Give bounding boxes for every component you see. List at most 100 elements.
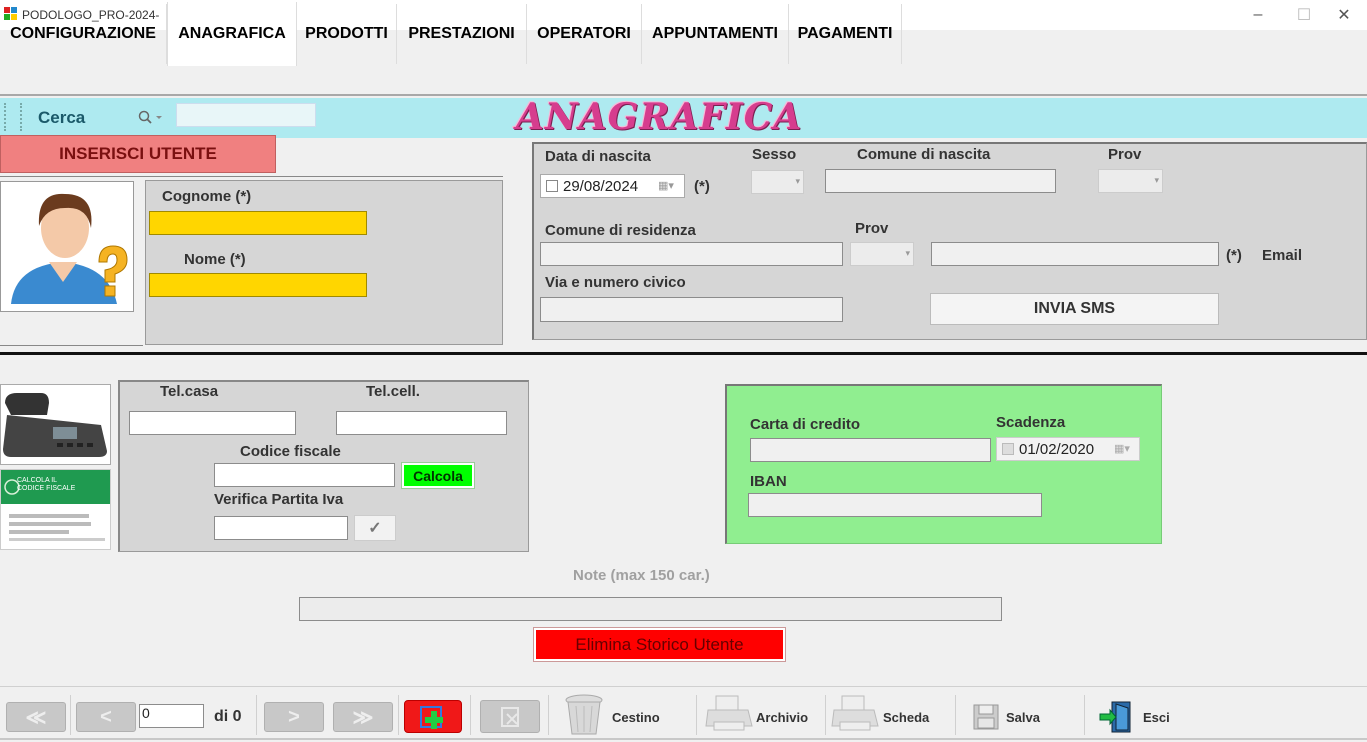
bottom-border (0, 738, 1367, 740)
sesso-select[interactable]: ▾ (751, 170, 804, 194)
add-record-button[interactable] (404, 700, 462, 733)
cognome-input[interactable] (149, 211, 367, 235)
prev-record-button[interactable]: < (76, 702, 136, 732)
codice-fiscale-input[interactable] (214, 463, 395, 487)
partita-iva-label: Verifica Partita Iva (214, 491, 344, 508)
delete-record-button[interactable] (480, 700, 540, 733)
birth-date-required: (*) (694, 178, 710, 195)
tel-cell-input[interactable] (336, 411, 507, 435)
scheda-button[interactable] (830, 692, 880, 736)
archivio-label[interactable]: Archivio (756, 710, 808, 725)
birth-date-label: Data di nascita (545, 148, 651, 165)
user-question-icon (11, 193, 128, 304)
tab-prodotti[interactable]: PRODOTTI (297, 4, 397, 64)
printer-icon (705, 695, 753, 731)
divider-avatar (0, 345, 143, 346)
scheda-label[interactable]: Scheda (883, 710, 929, 725)
codice-fiscale-image[interactable]: CALCOLA IL CODICE FISCALE (0, 469, 111, 550)
delete-history-button[interactable]: Elimina Storico Utente (533, 627, 786, 662)
first-record-button[interactable]: ≪ (6, 702, 66, 732)
email-required: (*) (1226, 247, 1242, 264)
comune-residenza-input[interactable] (540, 242, 843, 266)
tel-casa-label: Tel.casa (160, 383, 219, 400)
archivio-button[interactable] (704, 692, 754, 736)
scadenza-value: 01/02/2020 (1019, 441, 1095, 458)
nome-label: Nome (*) (184, 251, 246, 268)
sesso-label: Sesso (752, 146, 797, 163)
scadenza-checkbox[interactable] (1002, 443, 1014, 455)
tab-configurazione[interactable]: CONFIGURAZIONE (0, 4, 167, 64)
cestino-button[interactable] (560, 692, 608, 736)
email-input[interactable] (931, 242, 1219, 266)
calcola-button[interactable]: Calcola (401, 462, 475, 489)
comune-nascita-input[interactable] (825, 169, 1056, 193)
nome-input[interactable] (149, 273, 367, 297)
via-input[interactable] (540, 297, 843, 322)
scadenza-date-picker[interactable]: 01/02/2020 ▦▾ (996, 437, 1140, 461)
codice-fiscale-label: Codice fiscale (240, 443, 341, 460)
record-count-label: di 0 (214, 708, 242, 725)
close-button[interactable]: ✕ (1321, 0, 1367, 30)
tab-prestazioni[interactable]: PRESTAZIONI (397, 4, 527, 64)
esci-button[interactable] (1098, 700, 1134, 734)
minimize-button[interactable]: – (1235, 0, 1281, 30)
last-record-button[interactable]: ≫ (333, 702, 393, 732)
tab-appuntamenti[interactable]: APPUNTAMENTI (642, 4, 789, 64)
notes-input[interactable] (299, 597, 1002, 621)
birth-date-checkbox[interactable] (546, 180, 558, 192)
prov-residenza-select[interactable]: ▾ (850, 242, 914, 266)
insert-user-button[interactable]: INSERISCI UTENTE (0, 135, 276, 173)
search-input[interactable] (176, 103, 316, 127)
notes-label: Note (max 150 car.) (573, 567, 710, 584)
payment-panel (725, 384, 1162, 544)
page-title: ANAGRAFICA (516, 96, 803, 138)
calendar-icon[interactable]: ▦▾ (658, 179, 674, 192)
tel-casa-input[interactable] (129, 411, 296, 435)
verify-piva-button[interactable]: ✓ (354, 515, 396, 541)
chevron-down-icon: ▾ (1154, 175, 1159, 185)
record-position-input[interactable]: 0 (139, 704, 204, 728)
iban-label: IBAN (750, 473, 787, 490)
search-dropdown-icon[interactable] (137, 109, 163, 125)
comune-nascita-label: Comune di nascita (857, 146, 991, 163)
cestino-label[interactable]: Cestino (612, 710, 660, 725)
iban-input[interactable] (748, 493, 1042, 517)
add-icon (420, 706, 443, 729)
send-sms-button[interactable]: INVIA SMS (930, 293, 1219, 325)
tab-anagrafica[interactable]: ANAGRAFICA (167, 2, 297, 66)
prov-nascita-select[interactable]: ▾ (1098, 169, 1163, 193)
toolbar-grip[interactable] (4, 103, 22, 131)
desk-phone-icon (3, 393, 107, 457)
delete-record-icon (501, 706, 519, 727)
exit-door-icon (1099, 701, 1131, 733)
phone-image-frame (0, 384, 111, 465)
chevron-down-icon: ▾ (795, 176, 800, 186)
birth-date-picker[interactable]: 29/08/2024 ▦▾ (540, 174, 685, 198)
esci-label[interactable]: Esci (1143, 710, 1170, 725)
check-icon: ✓ (368, 520, 382, 537)
avatar-frame[interactable] (0, 181, 134, 312)
carta-credito-label: Carta di credito (750, 416, 861, 433)
prov-residenza-label: Prov (855, 220, 889, 237)
email-label: Email (1262, 247, 1303, 264)
birth-date-value: 29/08/2024 (563, 178, 639, 195)
partita-iva-input[interactable] (214, 516, 348, 540)
next-record-button[interactable]: > (264, 702, 324, 732)
salva-label[interactable]: Salva (1006, 710, 1040, 725)
via-label: Via e numero civico (545, 274, 686, 291)
calendar-icon[interactable]: ▦▾ (1114, 442, 1130, 455)
trash-icon (565, 694, 603, 735)
tel-cell-label: Tel.cell. (366, 383, 420, 400)
section-divider (0, 352, 1367, 355)
prov-nascita-label: Prov (1108, 146, 1142, 163)
tab-pagamenti[interactable]: PAGAMENTI (789, 4, 902, 64)
salva-button[interactable] (972, 703, 1000, 731)
cf-image-title: CALCOLA IL CODICE FISCALE (17, 477, 76, 492)
comune-residenza-label: Comune di residenza (545, 222, 696, 239)
floppy-disk-icon (973, 704, 999, 730)
scadenza-label: Scadenza (996, 414, 1066, 431)
chevron-down-icon: ▾ (905, 248, 910, 258)
tab-operatori[interactable]: OPERATORI (527, 4, 642, 64)
cognome-label: Cognome (*) (162, 188, 252, 205)
carta-credito-input[interactable] (750, 438, 991, 462)
